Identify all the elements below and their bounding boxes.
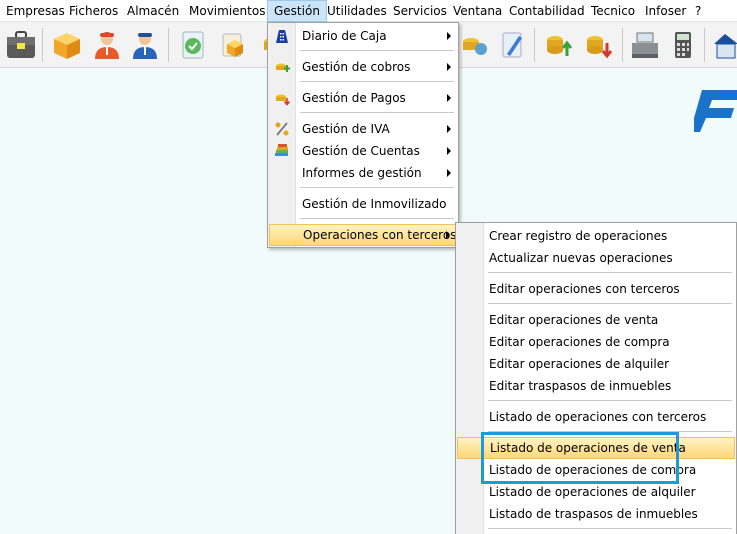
- submenu-arrow-icon: [447, 32, 451, 40]
- menu-separator: [300, 187, 454, 188]
- menu-almacen[interactable]: Almacén: [121, 0, 185, 22]
- menu-separator: [488, 272, 732, 273]
- menu-item-label: Editar operaciones de alquiler: [489, 357, 670, 371]
- menu-separator: [300, 112, 454, 113]
- books-icon: [274, 143, 290, 159]
- menu-item-label: Listado de operaciones de venta: [490, 441, 686, 455]
- menu-item-label: Listado de operaciones de alquiler: [489, 485, 696, 499]
- menu-movimientos[interactable]: Movimientos: [183, 0, 271, 22]
- submenu-item-editar-traspasos[interactable]: Editar traspasos de inmuebles: [457, 375, 735, 397]
- calculator-icon[interactable]: [666, 28, 700, 62]
- percent-icon: [274, 121, 290, 137]
- toolbar-separator: [622, 28, 623, 62]
- menu-item-gestion-de-inmovilizado[interactable]: Gestión de Inmovilizado: [269, 193, 457, 215]
- submenu-item-actualizar-nuevas[interactable]: Actualizar nuevas operaciones: [457, 247, 735, 269]
- menu-separator: [300, 218, 454, 219]
- menu-item-diario-de-caja[interactable]: Diario de Caja: [269, 25, 457, 47]
- menu-item-label: Informes de gestión: [302, 166, 422, 180]
- coins-doc-icon[interactable]: [458, 28, 492, 62]
- submenu-item-listado-alquiler[interactable]: Listado de operaciones de alquiler: [457, 481, 735, 503]
- user-red-icon[interactable]: [90, 28, 124, 62]
- menu-item-gestion-de-cobros[interactable]: Gestión de cobros: [269, 56, 457, 78]
- submenu-item-editar-venta[interactable]: Editar operaciones de venta: [457, 309, 735, 331]
- coins-plus-icon: [274, 59, 290, 75]
- menu-tecnico[interactable]: Tecnico: [585, 0, 641, 22]
- menu-item-label: Listado de traspasos de inmuebles: [489, 507, 698, 521]
- menu-bar: Empresas Ficheros Almacén Movimientos Ge…: [0, 0, 737, 22]
- submenu-item-listado-traspasos[interactable]: Listado de traspasos de inmuebles: [457, 503, 735, 525]
- submenu-arrow-icon: [447, 63, 451, 71]
- menu-utilidades[interactable]: Utilidades: [321, 0, 393, 22]
- coins-up-icon[interactable]: [542, 28, 576, 62]
- menu-item-label: Editar operaciones con terceros: [489, 282, 680, 296]
- menu-separator: [488, 303, 732, 304]
- menu-separator: [488, 431, 732, 432]
- menu-item-informes-de-gestion[interactable]: Informes de gestión: [269, 162, 457, 184]
- menu-item-gestion-de-cuentas[interactable]: Gestión de Cuentas: [269, 140, 457, 162]
- menu-help[interactable]: ?: [689, 0, 707, 22]
- submenu-item-crear-registro[interactable]: Crear registro de operaciones: [457, 225, 735, 247]
- coins-minus-icon: [274, 90, 291, 106]
- submenu-item-listado-compra[interactable]: Listado de operaciones de compra: [457, 459, 735, 481]
- menu-ventana[interactable]: Ventana: [447, 0, 508, 22]
- building-icon: [274, 28, 290, 44]
- menu-item-label: Editar operaciones de compra: [489, 335, 670, 349]
- menu-item-label: Actualizar nuevas operaciones: [489, 251, 673, 265]
- menu-servicios[interactable]: Servicios: [387, 0, 453, 22]
- menu-item-label: Operaciones con terceros: [303, 228, 457, 242]
- toolbar-separator: [42, 28, 43, 62]
- menu-item-label: Crear registro de operaciones: [489, 229, 668, 243]
- menu-separator: [300, 50, 454, 51]
- house-icon[interactable]: [708, 28, 737, 62]
- menu-item-label: Gestión de Pagos: [302, 91, 406, 105]
- menu-item-label: Diario de Caja: [302, 29, 387, 43]
- menu-item-label: Listado de operaciones con terceros: [489, 410, 707, 424]
- menu-item-operaciones-con-terceros[interactable]: Operaciones con terceros: [269, 224, 457, 246]
- coins-down-icon[interactable]: [582, 28, 616, 62]
- menu-empresas[interactable]: Empresas: [0, 0, 71, 22]
- menu-separator: [488, 528, 732, 529]
- toolbar-separator: [534, 28, 535, 62]
- submenu-item-editar-alquiler[interactable]: Editar operaciones de alquiler: [457, 353, 735, 375]
- document-check-icon[interactable]: [176, 28, 210, 62]
- menu-infoser[interactable]: Infoser: [639, 0, 692, 22]
- menu-separator: [488, 400, 732, 401]
- menu-separator: [300, 81, 454, 82]
- menu-item-label: Listado de operaciones de compra: [489, 463, 697, 477]
- menu-item-label: Editar operaciones de venta: [489, 313, 659, 327]
- terceros-submenu: Crear registro de operaciones Actualizar…: [455, 222, 737, 534]
- submenu-arrow-icon: [447, 125, 451, 133]
- submenu-arrow-icon: [447, 147, 451, 155]
- menu-item-label: Gestión de cobros: [302, 60, 411, 74]
- pen-icon[interactable]: [496, 28, 530, 62]
- menu-ficheros[interactable]: Ficheros: [63, 0, 124, 22]
- submenu-item-editar-compra[interactable]: Editar operaciones de compra: [457, 331, 735, 353]
- menu-item-label: Gestión de Inmovilizado: [302, 197, 447, 211]
- cash-register-icon[interactable]: [628, 28, 662, 62]
- gestion-menu: Diario de Caja Gestión de cobros Gestión…: [267, 22, 459, 248]
- submenu-arrow-icon: [447, 94, 451, 102]
- menu-contabilidad[interactable]: Contabilidad: [503, 0, 591, 22]
- menu-item-gestion-de-pagos[interactable]: Gestión de Pagos: [269, 87, 457, 109]
- menu-item-label: Editar traspasos de inmuebles: [489, 379, 672, 393]
- toolbar-separator: [704, 28, 705, 62]
- submenu-item-listado-terceros[interactable]: Listado de operaciones con terceros: [457, 406, 735, 428]
- menu-gestion[interactable]: Gestión: [267, 0, 327, 22]
- user-blue-icon[interactable]: [128, 28, 162, 62]
- submenu-arrow-icon: [447, 169, 451, 177]
- toolbar-separator: [168, 28, 169, 62]
- box-icon[interactable]: [50, 28, 84, 62]
- submenu-item-listado-venta[interactable]: Listado de operaciones de venta: [457, 437, 735, 459]
- menu-item-label: Gestión de IVA: [302, 122, 390, 136]
- app-logo: [694, 90, 737, 132]
- menu-item-label: Gestión de Cuentas: [302, 144, 420, 158]
- submenu-item-editar-terceros[interactable]: Editar operaciones con terceros: [457, 278, 735, 300]
- box-small-icon[interactable]: [216, 28, 250, 62]
- menu-item-gestion-de-iva[interactable]: Gestión de IVA: [269, 118, 457, 140]
- briefcase-icon[interactable]: [4, 28, 38, 62]
- submenu-arrow-icon: [446, 231, 450, 239]
